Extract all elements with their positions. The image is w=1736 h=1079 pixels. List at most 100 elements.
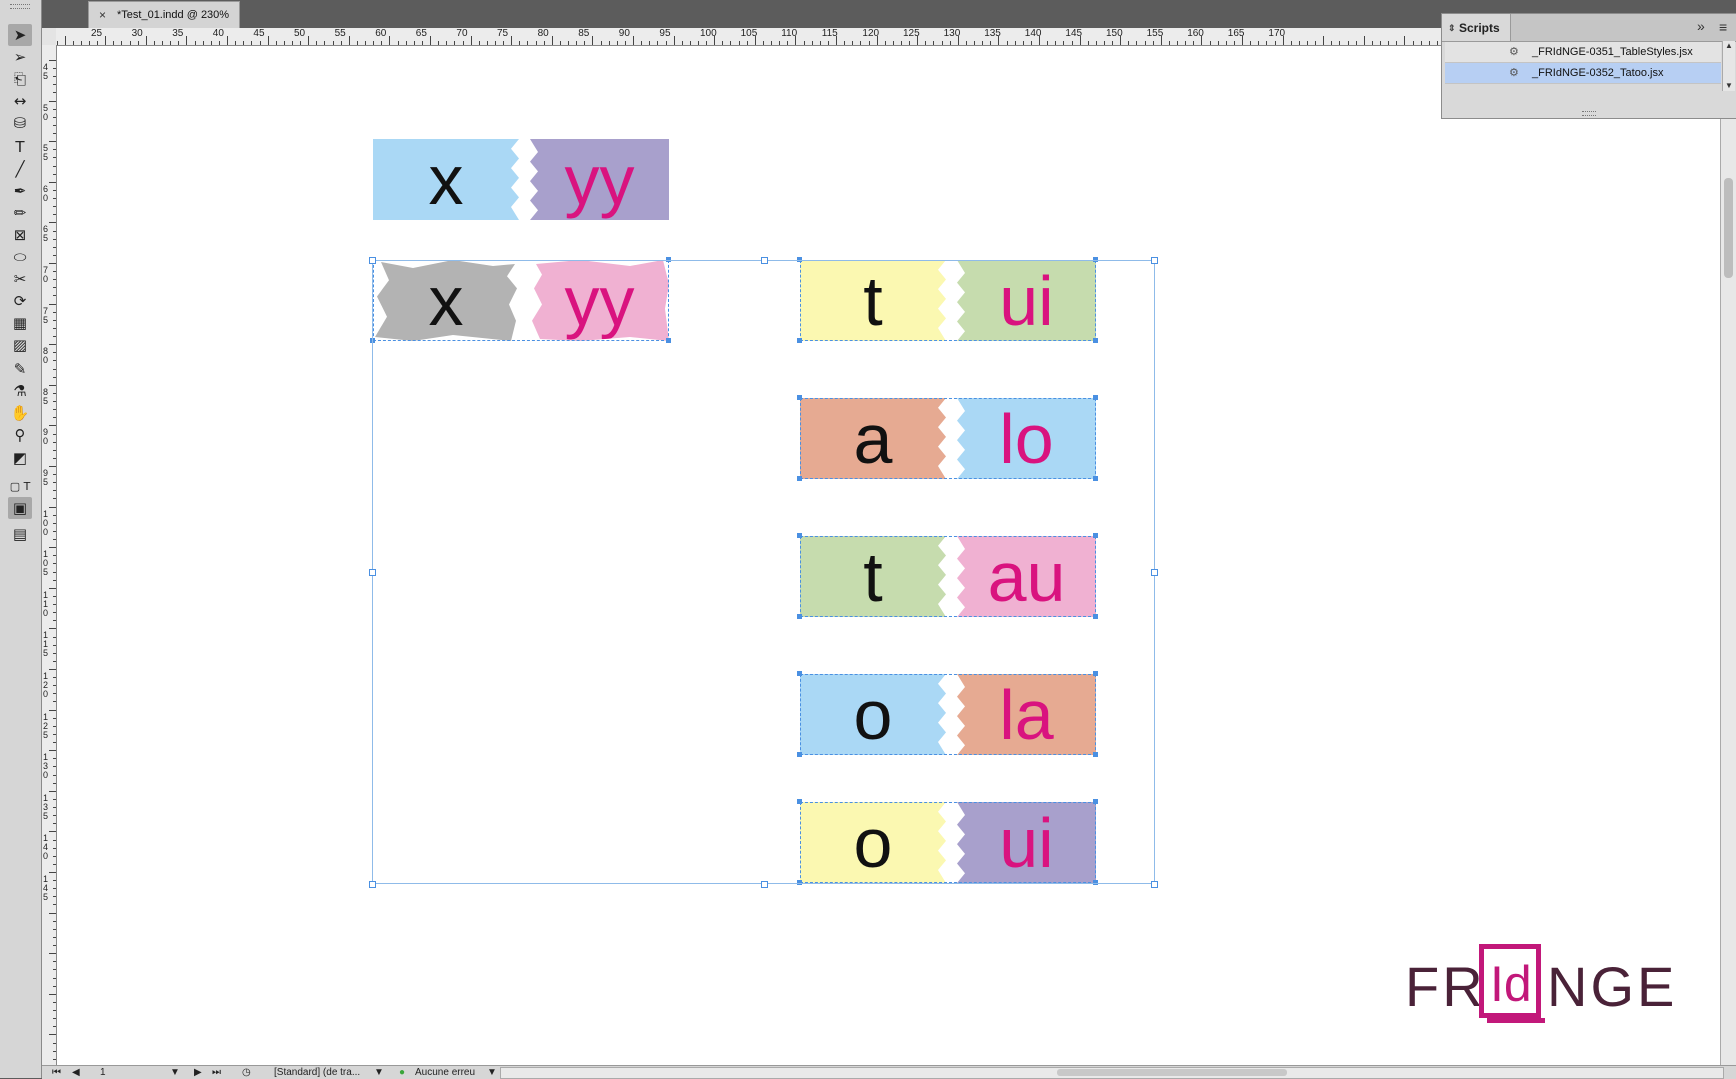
label-handle[interactable] [797,395,802,400]
last-page-button[interactable]: ⏭ [212,1066,221,1079]
group-handle-ml[interactable] [369,569,376,576]
label-handle[interactable] [797,533,802,538]
normal-view-mode[interactable]: ▣ [8,497,32,519]
label-handle[interactable] [797,799,802,804]
scissors-tool[interactable]: ✂ [8,268,32,290]
page-dropdown-icon[interactable]: ▼ [170,1066,180,1079]
preflight-status[interactable]: Aucune erreu [415,1066,475,1079]
page-style-field[interactable]: [Standard] (de tra... [274,1066,360,1079]
panel-grip[interactable] [10,4,30,9]
ruler-tick [49,384,56,386]
selection-tool[interactable]: ➤ [8,24,32,46]
document-title: *Test_01.indd @ 230% [117,9,230,21]
ruler-tick [1404,36,1406,45]
pencil-tool[interactable]: ✏ [8,202,32,224]
label-pair[interactable]: x yy [370,257,671,343]
label-handle[interactable] [666,257,671,262]
eyedropper-tool[interactable]: ⚗ [8,380,32,402]
scripts-panel-header: ⇕ Scripts » ≡ [1442,14,1736,42]
label-pair[interactable]: x yy [373,139,669,220]
gradient-feather-tool[interactable]: ▨ [8,334,32,356]
page-canvas[interactable]: x yy x yy t ui a lo t au o la o ui FR Id NGE [57,46,1720,1065]
open-document-page-icon[interactable]: ◷ [242,1066,251,1079]
group-handle-tl[interactable] [369,257,376,264]
hand-tool[interactable]: ✋ [8,402,32,424]
group-handle-tr[interactable] [1151,257,1158,264]
label-pair[interactable]: t au [797,533,1098,619]
scripts-tab[interactable]: ⇕ Scripts [1442,14,1511,41]
fill-stroke-swatch[interactable]: ◩ [8,447,32,469]
preflight-dropdown-icon[interactable]: ▼ [487,1066,497,1079]
collapse-panel-icon[interactable]: » [1697,18,1705,34]
horizontal-scrollbar[interactable] [500,1067,1724,1079]
label-handle[interactable] [1093,338,1098,343]
label-handle[interactable] [1093,257,1098,262]
label-pair[interactable]: t ui [797,257,1098,343]
ruler-origin[interactable] [42,28,57,46]
label-handle[interactable] [797,614,802,619]
close-tab-icon[interactable]: × [99,2,106,29]
panel-menu-icon[interactable]: ≡ [1719,19,1727,35]
label-handle[interactable] [1093,476,1098,481]
label-handle[interactable] [1093,671,1098,676]
first-page-button[interactable]: ⏮ [52,1066,61,1079]
type-tool[interactable]: T [8,136,32,158]
horizontal-scrollbar-thumb[interactable] [1057,1069,1287,1076]
script-item[interactable]: ⚙ _FRIdNGE-0352_Tatoo.jsx [1445,63,1721,84]
direct-selection-tool[interactable]: ➢ [8,46,32,68]
page-tool[interactable]: ⎗ [8,68,32,90]
ruler-tick [53,474,56,476]
group-handle-tm[interactable] [761,257,768,264]
label-handle[interactable] [1093,752,1098,757]
zoom-tool[interactable]: ⚲ [8,424,32,446]
label-handle[interactable] [797,671,802,676]
panel-resize-handle[interactable] [1582,111,1596,116]
label-pair[interactable]: a lo [797,395,1098,481]
ruler-tick [462,41,464,45]
script-list-scrollbar[interactable]: ▲ ▼ [1722,41,1735,91]
pen-tool[interactable]: ✒ [8,180,32,202]
scroll-down-icon[interactable]: ▼ [1725,81,1733,90]
label-handle[interactable] [797,476,802,481]
page-style-dropdown-icon[interactable]: ▼ [374,1066,384,1079]
label-pair[interactable]: o la [797,671,1098,757]
label-handle[interactable] [370,338,375,343]
preview-view-mode[interactable]: ▤ [8,523,32,545]
group-handle-br[interactable] [1151,881,1158,888]
ruler-tick [389,36,391,45]
label-pair[interactable]: o ui [797,799,1098,885]
ruler-tick [53,961,56,963]
label-handle[interactable] [1093,614,1098,619]
scrollbar-thumb[interactable] [1724,178,1733,278]
label-handle[interactable] [1093,533,1098,538]
label-handle[interactable] [797,257,802,262]
next-page-button[interactable]: ▶ [194,1066,202,1079]
vertical-scrollbar[interactable] [1720,28,1736,1065]
ellipse-tool[interactable]: ⬭ [8,246,32,268]
page-number-field[interactable]: 1 [100,1066,106,1079]
group-handle-mr[interactable] [1151,569,1158,576]
note-tool[interactable]: ✎ [8,358,32,380]
ruler-tick [49,466,56,467]
rectangle-frame-tool[interactable]: ⊠ [8,224,32,246]
label-handle[interactable] [1093,799,1098,804]
group-handle-bl[interactable] [369,881,376,888]
label-handle[interactable] [666,338,671,343]
gap-tool[interactable]: ↔ [8,90,32,112]
document-tab[interactable]: × *Test_01.indd @ 230% [88,1,240,29]
label-handle[interactable] [797,338,802,343]
label-handle[interactable] [1093,880,1098,885]
content-collector-tool[interactable]: ⛁ [8,112,32,134]
group-handle-bm[interactable] [761,881,768,888]
label-handle[interactable] [1093,395,1098,400]
label-handle[interactable] [797,752,802,757]
vertical-ruler[interactable]: 4 5 5 0 5 5 6 0 6 5 7 0 7 5 8 0 8 5 9 0 9 5 1 0 0 1 … [42,45,57,1065]
label-handle[interactable] [797,880,802,885]
free-transform-tool[interactable]: ⟳ [8,290,32,312]
line-tool[interactable]: ╱ [8,158,32,180]
scroll-up-icon[interactable]: ▲ [1725,41,1733,50]
previous-page-button[interactable]: ◀ [72,1066,80,1079]
formatting-container-toggle[interactable]: ▢ T [8,475,32,497]
gradient-swatch-tool[interactable]: ▦ [8,312,32,334]
script-item[interactable]: ⚙ _FRIdNGE-0351_TableStyles.jsx [1445,42,1721,63]
